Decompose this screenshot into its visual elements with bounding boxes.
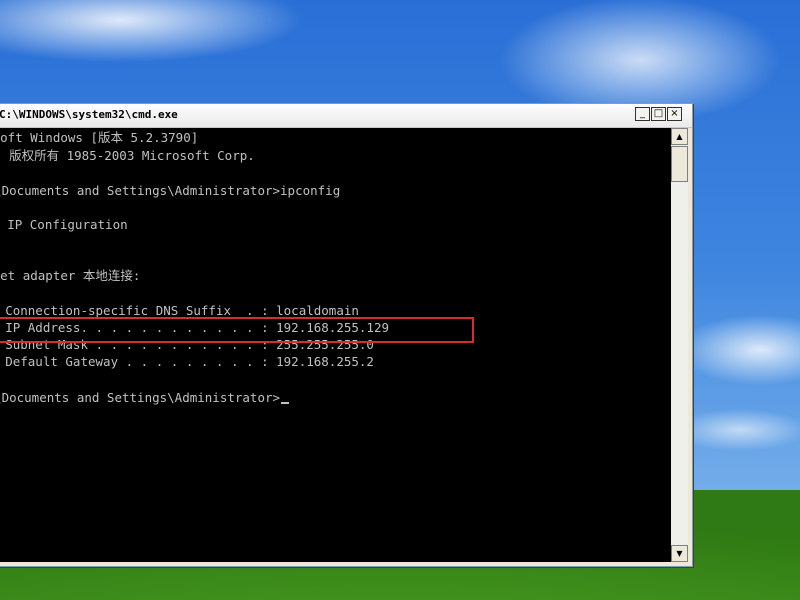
console-line-prompt-ipconfig: C:\Documents and Settings\Administrator>… bbox=[0, 183, 341, 198]
console-line-version: Microsoft Windows [版本 5.2.3790] bbox=[0, 130, 199, 145]
console-line-default-gateway: Default Gateway . . . . . . . . . : 192.… bbox=[5, 354, 374, 369]
cmd-window[interactable]: C:\WINDOWS\system32\cmd.exe _ □ × Micros… bbox=[0, 103, 693, 567]
console-line-prompt: C:\Documents and Settings\Administrator> bbox=[0, 389, 290, 406]
scroll-thumb[interactable] bbox=[671, 146, 688, 182]
prompt-text: C:\Documents and Settings\Administrator> bbox=[0, 390, 281, 405]
scroll-down-icon[interactable]: ▼ bbox=[671, 545, 688, 562]
title-bar[interactable]: C:\WINDOWS\system32\cmd.exe _ □ × bbox=[0, 104, 692, 128]
text-cursor bbox=[281, 402, 290, 404]
console-line-adapter: Ethernet adapter 本地连接: bbox=[0, 268, 141, 283]
ip-address-highlight-box bbox=[0, 317, 474, 343]
window-title: C:\WINDOWS\system32\cmd.exe bbox=[0, 108, 178, 121]
maximize-button[interactable]: □ bbox=[651, 107, 666, 121]
console-line-copyright: (C) 版权所有 1985-2003 Microsoft Corp. bbox=[0, 148, 255, 163]
minimize-button[interactable]: _ bbox=[635, 107, 650, 121]
vertical-scrollbar[interactable]: ▲ ▼ bbox=[671, 128, 688, 562]
close-button[interactable]: × bbox=[667, 107, 682, 121]
console-line-ip-config-title: Windows IP Configuration bbox=[7, 217, 128, 232]
console-output[interactable]: Microsoft Windows [版本 5.2.3790] (C) 版权所有… bbox=[0, 128, 671, 562]
scroll-up-icon[interactable]: ▲ bbox=[671, 128, 688, 145]
